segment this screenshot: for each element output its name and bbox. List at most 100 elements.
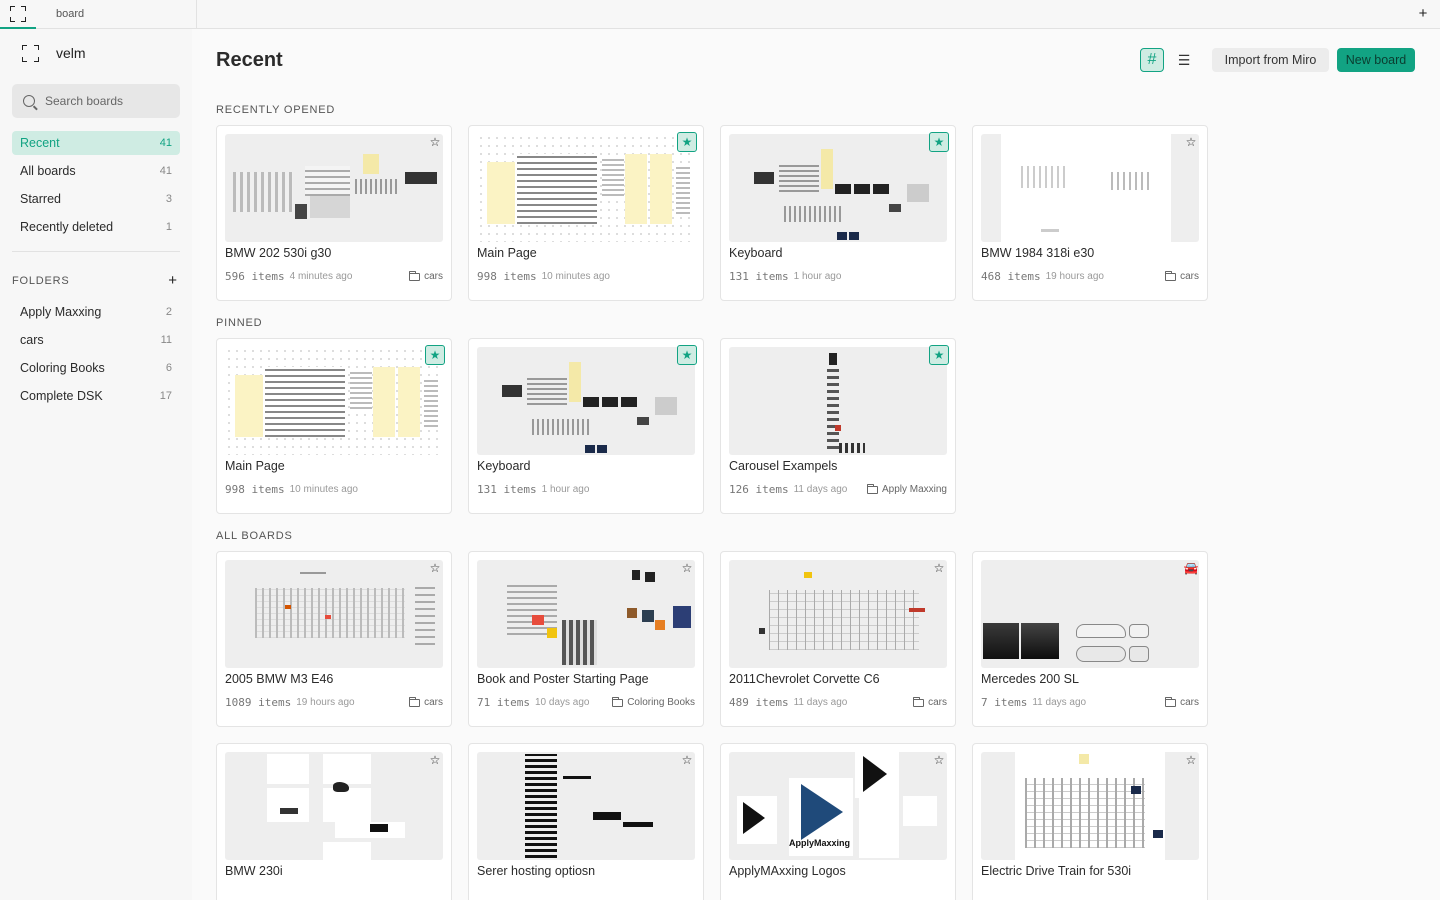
import-from-miro-button[interactable]: Import from Miro <box>1212 48 1329 72</box>
board-item-count: 131 items <box>477 483 537 496</box>
brand: velm <box>22 44 86 62</box>
list-view-toggle-icon[interactable]: ☰ <box>1172 48 1196 72</box>
sidebar-item-label: Recently deleted <box>20 220 114 234</box>
board-card[interactable]: ☆ 2011Chevrolet Corvette C6 489 items 11… <box>720 551 956 727</box>
board-meta: 131 items 1 hour ago <box>477 483 695 496</box>
board-card[interactable]: ☆ Serer hosting optiosn <box>468 743 704 900</box>
board-card[interactable]: ☆ 2005 BMW M3 E46 1089 items 19 hours ag… <box>216 551 452 727</box>
board-thumbnail: ApplyMaxxing <box>729 752 947 860</box>
board-meta: 126 items 11 days ago Apply Maxxing <box>729 483 947 496</box>
board-card[interactable]: ★ Main Page 998 items 10 minutes ago <box>468 125 704 301</box>
sidebar-item-recently-deleted[interactable]: Recently deleted 1 <box>12 215 180 239</box>
star-icon[interactable]: ☆ <box>1181 132 1201 152</box>
sidebar-item-starred[interactable]: Starred 3 <box>12 187 180 211</box>
board-updated: 10 minutes ago <box>541 271 610 282</box>
board-card[interactable]: ★ Main Page 998 items 10 minutes ago <box>216 338 452 514</box>
board-meta: 998 items 10 minutes ago <box>225 483 443 496</box>
star-icon[interactable]: ☆ <box>425 750 445 770</box>
board-title: Main Page <box>225 459 285 473</box>
board-thumbnail <box>729 347 947 455</box>
board-thumbnail <box>729 134 947 242</box>
star-icon[interactable]: ☆ <box>425 132 445 152</box>
new-tab-button[interactable]: + <box>1414 4 1432 24</box>
board-updated: 1 hour ago <box>793 271 842 282</box>
board-item-count: 71 items <box>477 696 530 709</box>
sidebar-item-recent[interactable]: Recent 41 <box>12 131 180 155</box>
folder-item-apply-maxxing[interactable]: Apply Maxxing 2 <box>12 300 180 324</box>
board-card[interactable]: ☆ Electric Drive Train for 530i <box>972 743 1208 900</box>
section-pinned: PINNED <box>216 317 263 329</box>
board-thumbnail <box>477 134 695 242</box>
board-card[interactable]: 🚘 Mercedes 200 SL 7 items 11 days ago ca… <box>972 551 1208 727</box>
folder-icon <box>409 696 421 707</box>
board-updated: 11 days ago <box>1032 697 1087 708</box>
board-card[interactable]: ★ Keyboard 131 items 1 hour ago <box>720 125 956 301</box>
board-folder-tag[interactable]: cars <box>913 696 947 708</box>
board-tab[interactable]: board <box>36 0 197 29</box>
starred-icon[interactable]: ★ <box>677 132 697 152</box>
board-folder-tag[interactable]: cars <box>409 696 443 708</box>
starred-icon[interactable]: ★ <box>929 345 949 365</box>
board-folder-name: Apply Maxxing <box>881 484 947 495</box>
board-folder-tag[interactable]: cars <box>409 270 443 282</box>
board-thumbnail <box>225 134 443 242</box>
star-icon[interactable]: ☆ <box>677 558 697 578</box>
sidebar-item-count: 1 <box>165 221 172 233</box>
car-icon[interactable]: 🚘 <box>1181 558 1201 578</box>
board-folder-name: cars <box>424 271 443 282</box>
board-title: Serer hosting optiosn <box>477 864 596 878</box>
search-input[interactable] <box>45 94 175 108</box>
board-folder-name: Coloring Books <box>627 697 695 708</box>
starred-icon[interactable]: ★ <box>677 345 697 365</box>
star-icon[interactable]: ☆ <box>425 558 445 578</box>
starred-icon[interactable]: ★ <box>425 345 445 365</box>
add-folder-button[interactable]: + <box>166 272 180 289</box>
board-meta: 489 items 11 days ago cars <box>729 696 947 709</box>
folder-icon <box>866 483 878 494</box>
board-card[interactable]: ☆ BMW 202 530i g30 596 items 4 minutes a… <box>216 125 452 301</box>
starred-icon[interactable]: ★ <box>929 132 949 152</box>
board-item-count: 468 items <box>981 270 1041 283</box>
app-frame-icon[interactable] <box>0 0 36 29</box>
sidebar-item-count: 3 <box>165 193 172 205</box>
frame-logo-icon <box>22 44 39 62</box>
board-card[interactable]: ★ Keyboard 131 items 1 hour ago <box>468 338 704 514</box>
board-item-count: 998 items <box>477 270 537 283</box>
board-updated: 19 hours ago <box>296 697 355 708</box>
search-icon <box>23 95 35 107</box>
board-thumbnail <box>477 347 695 455</box>
board-folder-tag[interactable]: Coloring Books <box>612 696 695 708</box>
board-folder-tag[interactable]: Apply Maxxing <box>866 483 947 495</box>
sidebar-item-count: 41 <box>159 137 172 149</box>
board-card[interactable]: ★ Carousel Exampels 126 items 11 days ag… <box>720 338 956 514</box>
board-folder-tag[interactable]: cars <box>1165 696 1199 708</box>
board-title: BMW 230i <box>225 864 283 878</box>
board-card[interactable]: ApplyMaxxing ☆ ApplyMAxxing Logos <box>720 743 956 900</box>
search-box[interactable] <box>12 84 180 118</box>
star-icon[interactable]: ☆ <box>929 558 949 578</box>
board-card[interactable]: ☆ BMW 1984 318i e30 468 items 19 hours a… <box>972 125 1208 301</box>
board-folder-tag[interactable]: cars <box>1165 270 1199 282</box>
board-card[interactable]: ☆ BMW 230i <box>216 743 452 900</box>
folder-item-cars[interactable]: cars 11 <box>12 328 180 352</box>
new-board-button[interactable]: New board <box>1337 48 1415 72</box>
board-updated: 11 days ago <box>793 484 848 495</box>
sidebar-item-all-boards[interactable]: All boards 41 <box>12 159 180 183</box>
folder-item-complete-dsk[interactable]: Complete DSK 17 <box>12 384 180 408</box>
folder-item-coloring-books[interactable]: Coloring Books 6 <box>12 356 180 380</box>
grid-view-toggle-icon[interactable]: # <box>1140 48 1164 72</box>
folder-icon <box>913 696 925 707</box>
star-icon[interactable]: ☆ <box>677 750 697 770</box>
sidebar-item-count: 41 <box>159 165 172 177</box>
board-card[interactable]: ☆ Book and Poster Starting Page 71 items… <box>468 551 704 727</box>
board-title: ApplyMAxxing Logos <box>729 864 846 878</box>
board-title: Electric Drive Train for 530i <box>981 864 1132 878</box>
applymaxxing-logo-label: ApplyMaxxing <box>789 838 851 848</box>
star-icon[interactable]: ☆ <box>929 750 949 770</box>
board-folder-name: cars <box>1180 271 1199 282</box>
page-title: Recent <box>216 49 283 71</box>
star-icon[interactable]: ☆ <box>1181 750 1201 770</box>
board-title: BMW 202 530i g30 <box>225 246 332 260</box>
sidebar-item-label: Starred <box>20 192 61 206</box>
folder-item-count: 11 <box>160 334 172 346</box>
